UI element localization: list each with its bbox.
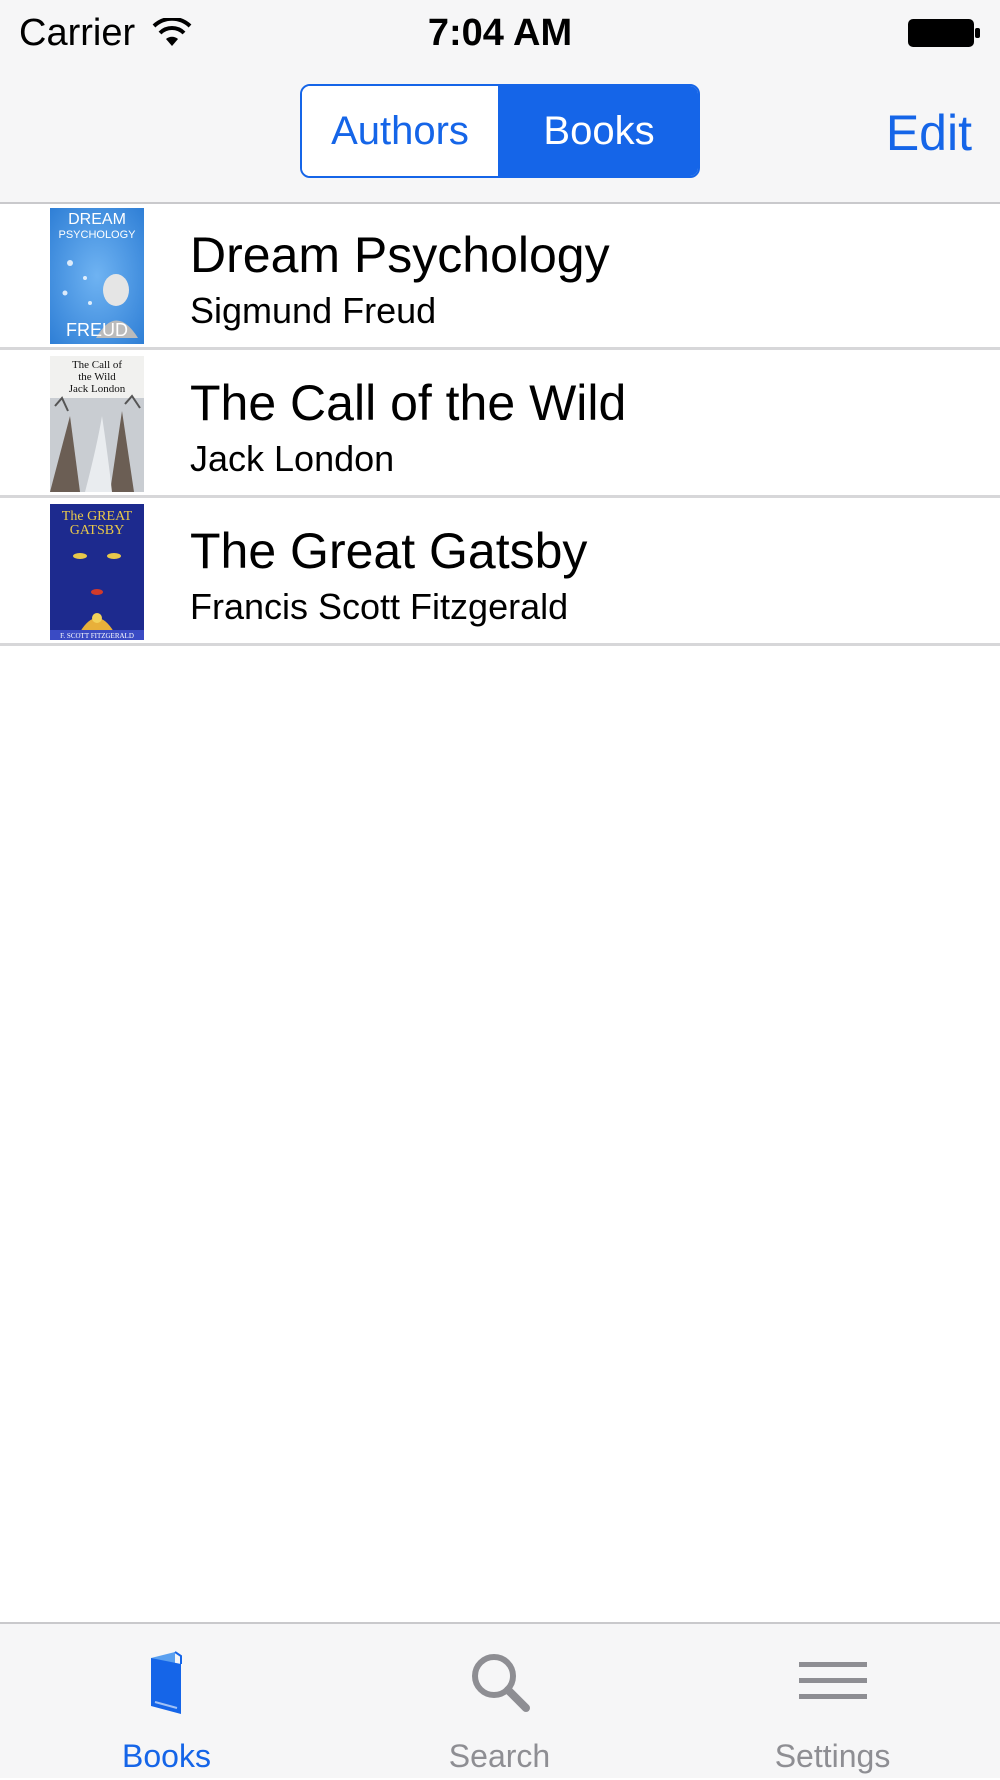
segmented-control: Authors Books	[300, 84, 700, 178]
book-author: Jack London	[190, 438, 395, 479]
segment-authors[interactable]: Authors	[302, 86, 500, 176]
status-bar: Carrier 7:04 AM	[0, 0, 1000, 66]
tab-bar: Books Search Settings	[0, 1622, 1000, 1778]
book-row[interactable]: The Call of the Wild Jack London The Cal…	[0, 350, 1000, 498]
cover-text-line2: the Wild	[78, 371, 116, 383]
cover-text-line3: Jack London	[69, 383, 126, 395]
tab-settings-label: Settings	[774, 1738, 891, 1774]
book-cover-image: DREAM PSYCHOLOGY FREUD	[50, 208, 144, 344]
segment-books[interactable]: Books	[500, 86, 698, 176]
cover-text-line1: DREAM	[68, 211, 126, 228]
book-title: Dream Psychology	[190, 227, 610, 283]
cover-text-line1: The GREAT	[62, 509, 133, 524]
status-time: 7:04 AM	[427, 12, 573, 54]
cover-text-line3: FREUD	[66, 320, 128, 340]
tab-search-label: Search	[448, 1738, 551, 1774]
cover-text-line2: PSYCHOLOGY	[58, 229, 136, 241]
book-title: The Great Gatsby	[190, 523, 588, 579]
tab-search[interactable]: Search	[333, 1624, 666, 1780]
navigation-bar: Authors Books Edit	[0, 66, 1000, 204]
tab-books-label: Books	[122, 1738, 211, 1774]
tab-books[interactable]: Books	[0, 1624, 333, 1780]
book-row[interactable]: The GREAT GATSBY F. SCOTT FITZGERALD The…	[0, 498, 1000, 646]
book-row[interactable]: DREAM PSYCHOLOGY FREUD Dream Psychology …	[0, 202, 1000, 350]
book-title: The Call of the Wild	[190, 375, 627, 431]
book-author: Francis Scott Fitzgerald	[190, 586, 569, 627]
tab-settings[interactable]: Settings	[666, 1624, 999, 1780]
edit-button[interactable]: Edit	[886, 104, 972, 162]
cover-text-line3: F. SCOTT FITZGERALD	[60, 632, 134, 640]
cover-text-line1: The Call of	[72, 359, 122, 371]
book-cover-image: The Call of the Wild Jack London	[50, 356, 144, 492]
book-cover-image: The GREAT GATSBY F. SCOTT FITZGERALD	[50, 504, 144, 640]
search-icon	[471, 1654, 530, 1712]
battery-icon	[908, 19, 980, 47]
book-icon	[150, 1651, 182, 1714]
cover-text-line2: GATSBY	[70, 523, 124, 538]
book-list: DREAM PSYCHOLOGY FREUD Dream Psychology …	[0, 202, 1000, 646]
book-author: Sigmund Freud	[190, 290, 437, 331]
menu-icon	[798, 1662, 867, 1699]
